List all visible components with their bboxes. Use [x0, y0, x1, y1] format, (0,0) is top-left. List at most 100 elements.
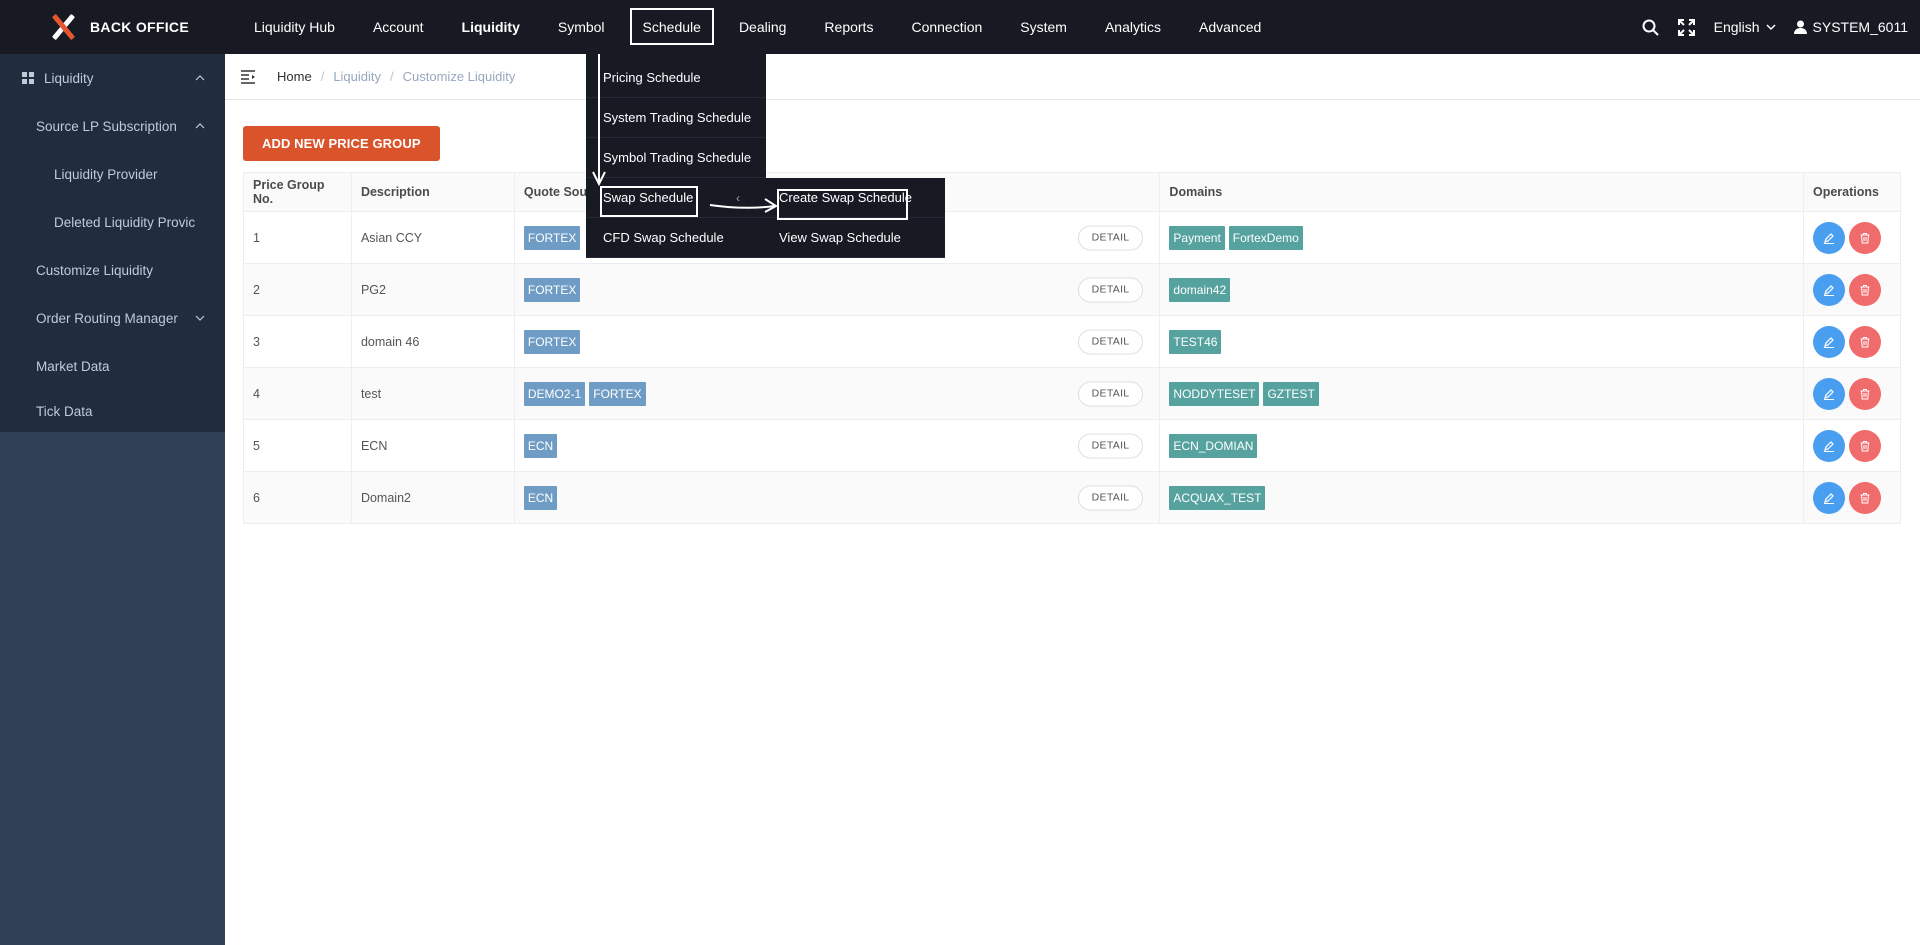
edit-button[interactable]: [1812, 429, 1845, 462]
edit-button[interactable]: [1812, 273, 1845, 306]
swap-schedule-submenu: Create Swap Schedule View Swap Schedule: [757, 178, 945, 258]
breadcrumb-separator: /: [390, 69, 394, 84]
sidebar-item-source-lp-subscription[interactable]: Source LP Subscription: [0, 102, 225, 150]
delete-button[interactable]: [1848, 221, 1881, 254]
col-header-price-group-no: Price Group No.: [243, 172, 352, 212]
delete-button[interactable]: [1848, 377, 1881, 410]
price-group-no: 2: [243, 263, 352, 316]
detail-button[interactable]: DETAIL: [1077, 329, 1144, 354]
edit-button[interactable]: [1812, 377, 1845, 410]
sidebar-item-deleted-liquidity-provider[interactable]: Deleted Liquidity Provic: [0, 198, 225, 246]
nav-schedule[interactable]: Schedule: [624, 0, 720, 54]
chevron-down-icon: [195, 315, 205, 321]
detail-button[interactable]: DETAIL: [1077, 433, 1144, 458]
sidebar-item-label: Customize Liquidity: [36, 262, 154, 278]
edit-icon: [1823, 492, 1834, 504]
nav-connection[interactable]: Connection: [892, 0, 1001, 54]
menu-item-pricing-schedule[interactable]: Pricing Schedule: [586, 58, 766, 98]
trash-icon: [1860, 336, 1870, 347]
price-group-no: 5: [243, 419, 352, 472]
detail-button[interactable]: DETAIL: [1077, 381, 1144, 406]
domain-tag: FortexDemo: [1228, 225, 1303, 250]
edit-button[interactable]: [1812, 481, 1845, 514]
price-group-no: 6: [243, 471, 352, 524]
source-tag: FORTEX: [589, 381, 646, 406]
description: domain 46: [350, 315, 515, 368]
nav-dealing[interactable]: Dealing: [720, 0, 805, 54]
menu-item-swap-schedule[interactable]: Swap Schedule ‹: [586, 178, 766, 218]
table-row: 5 ECN ECN DETAIL ECN_DOMIAN: [243, 419, 1902, 472]
sidebar-item-market-data[interactable]: Market Data: [0, 342, 225, 390]
sidebar-item-tick-data[interactable]: Tick Data: [0, 390, 225, 432]
nav-account[interactable]: Account: [354, 0, 443, 54]
menu-item-symbol-trading-schedule[interactable]: Symbol Trading Schedule: [586, 138, 766, 178]
chevron-up-icon: [195, 75, 205, 81]
fullscreen-icon[interactable]: [1678, 18, 1696, 36]
domain-tag: Payment: [1169, 225, 1225, 250]
domains-cell: ACQUAX_TEST: [1159, 471, 1804, 524]
schedule-dropdown-menu: Pricing Schedule System Trading Schedule…: [586, 54, 766, 258]
brand[interactable]: BACK OFFICE: [0, 12, 225, 42]
table-header-row: Price Group No. Description Quote Sour D…: [243, 172, 1902, 212]
source-tag: FORTEX: [523, 329, 581, 354]
menu-item-view-swap-schedule[interactable]: View Swap Schedule: [757, 218, 945, 258]
add-new-price-group-button[interactable]: ADD NEW PRICE GROUP: [243, 126, 440, 161]
table-row: 3 domain 46 FORTEX DETAIL TEST46: [243, 315, 1902, 368]
detail-button[interactable]: DETAIL: [1077, 277, 1144, 302]
menu-item-cfd-swap-schedule[interactable]: CFD Swap Schedule: [586, 218, 766, 258]
sidebar-item-liquidity[interactable]: Liquidity: [0, 54, 225, 102]
language-selector[interactable]: English: [1714, 19, 1776, 35]
nav-liquidity[interactable]: Liquidity: [443, 0, 539, 54]
description: Domain2: [350, 471, 515, 524]
chevron-up-icon: [195, 123, 205, 129]
edit-button[interactable]: [1812, 325, 1845, 358]
table-row: 2 PG2 FORTEX DETAIL domain42: [243, 263, 1902, 316]
chevron-left-icon: ‹: [736, 191, 740, 205]
source-tag: FORTEX: [523, 225, 581, 250]
sidebar-liquidity-group: Liquidity Source LP Subscription Liquidi…: [0, 54, 225, 432]
nav-analytics[interactable]: Analytics: [1086, 0, 1180, 54]
nav-liquidity-hub[interactable]: Liquidity Hub: [235, 0, 354, 54]
edit-icon: [1823, 336, 1834, 348]
chevron-down-icon: [1766, 23, 1776, 30]
description: PG2: [350, 263, 515, 316]
breadcrumb-home[interactable]: Home: [277, 69, 312, 84]
trash-icon: [1860, 492, 1870, 503]
nav-system[interactable]: System: [1001, 0, 1086, 54]
delete-button[interactable]: [1848, 429, 1881, 462]
domains-cell: TEST46: [1159, 315, 1804, 368]
detail-button[interactable]: DETAIL: [1077, 225, 1144, 250]
sidebar-item-customize-liquidity[interactable]: Customize Liquidity: [0, 246, 225, 294]
trash-icon: [1860, 440, 1870, 451]
operations-cell: [1802, 263, 1902, 316]
edit-icon: [1823, 284, 1834, 296]
menu-item-system-trading-schedule[interactable]: System Trading Schedule: [586, 98, 766, 138]
menu-item-label: Swap Schedule: [603, 190, 694, 205]
hamburger-icon[interactable]: [241, 69, 257, 84]
delete-button[interactable]: [1848, 273, 1881, 306]
quote-source-cell: ECN DETAIL: [513, 471, 1161, 524]
sidebar-item-order-routing-manager[interactable]: Order Routing Manager: [0, 294, 225, 342]
quote-source-cell: ECN DETAIL: [513, 419, 1161, 472]
detail-button[interactable]: DETAIL: [1077, 485, 1144, 510]
nav-symbol[interactable]: Symbol: [539, 0, 624, 54]
user-menu[interactable]: SYSTEM_6011: [1793, 19, 1908, 35]
sidebar-item-label: Order Routing Manager: [36, 310, 178, 326]
search-icon[interactable]: [1642, 18, 1660, 36]
source-tag: ECN: [523, 485, 558, 510]
breadcrumb-liquidity[interactable]: Liquidity: [333, 69, 381, 84]
operations-cell: [1802, 419, 1902, 472]
breadcrumb-bar: Home / Liquidity / Customize Liquidity: [225, 54, 1920, 100]
delete-button[interactable]: [1848, 325, 1881, 358]
breadcrumb-current: Customize Liquidity: [402, 69, 516, 84]
domains-cell: Payment FortexDemo: [1159, 211, 1804, 264]
edit-button[interactable]: [1812, 221, 1845, 254]
sidebar-item-liquidity-provider[interactable]: Liquidity Provider: [0, 150, 225, 198]
table-row: 4 test DEMO2-1 FORTEX DETAIL NODDYTESET GZ…: [243, 367, 1902, 420]
nav-reports[interactable]: Reports: [805, 0, 892, 54]
nav-advanced[interactable]: Advanced: [1180, 0, 1280, 54]
delete-button[interactable]: [1848, 481, 1881, 514]
source-tag: DEMO2-1: [523, 381, 586, 406]
menu-item-create-swap-schedule[interactable]: Create Swap Schedule: [757, 178, 945, 218]
sidebar-item-label: Liquidity: [44, 70, 94, 86]
